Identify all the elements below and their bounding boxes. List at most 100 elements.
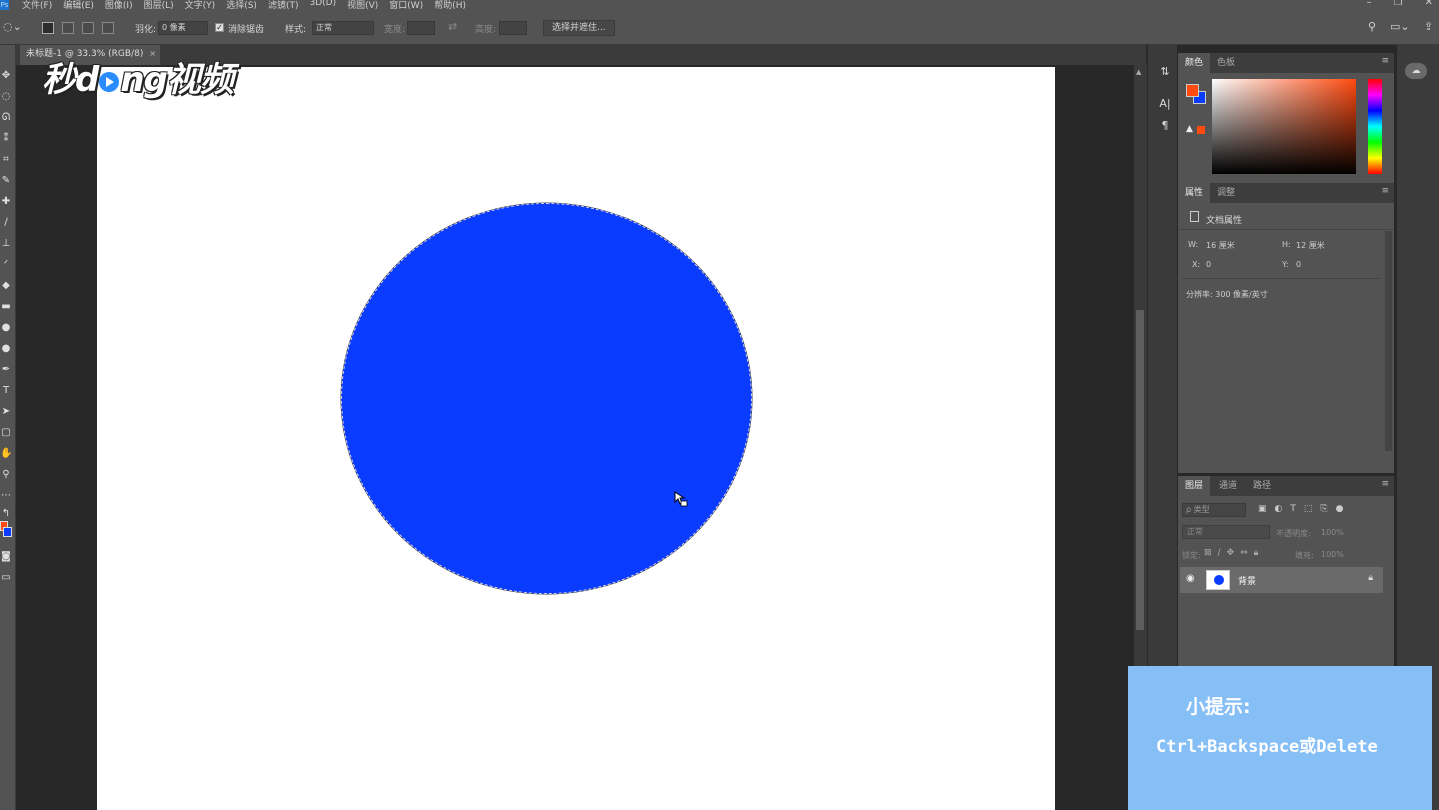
feather-label: 羽化:: [135, 25, 157, 35]
lock-label: 锁定:: [1182, 551, 1201, 560]
more-tools-icon[interactable]: ⋯: [0, 489, 12, 503]
add-selection-icon[interactable]: [62, 22, 74, 34]
type-tool-icon[interactable]: T: [0, 384, 12, 398]
stamp-tool-icon[interactable]: ⊥: [0, 237, 12, 251]
menu-view[interactable]: 视图(V): [347, 0, 378, 11]
lasso-tool-icon[interactable]: ᘏ: [0, 111, 12, 125]
fill-input[interactable]: 100%: [1321, 550, 1344, 559]
dodge-tool-icon[interactable]: ●: [0, 342, 12, 356]
new-selection-icon[interactable]: [42, 22, 54, 34]
share-icon[interactable]: ⇪: [1424, 20, 1433, 33]
menu-filter[interactable]: 滤镜(T): [268, 0, 299, 11]
feather-input[interactable]: 0 像素: [158, 21, 208, 35]
adjustment-filter-icon[interactable]: ◐: [1275, 504, 1283, 514]
shape-tool-icon[interactable]: ▢: [0, 426, 12, 440]
blur-tool-icon[interactable]: ●: [0, 321, 12, 335]
panel-foreground-swatch[interactable]: [1186, 84, 1199, 97]
type-filter-icon[interactable]: T: [1290, 504, 1296, 514]
paragraph-panel-icon[interactable]: ¶: [1158, 119, 1172, 133]
layers-panel-tabs: 图层 通道 路径 ≡: [1178, 476, 1394, 496]
eyedropper-tool-icon[interactable]: ✎: [0, 174, 12, 188]
pen-tool-icon[interactable]: ✒: [0, 363, 12, 377]
opacity-input[interactable]: 100%: [1321, 528, 1344, 537]
visibility-eye-icon[interactable]: ◉: [1186, 573, 1195, 584]
panel-menu-icon[interactable]: ≡: [1381, 479, 1389, 489]
menu-help[interactable]: 帮助(H): [434, 0, 466, 11]
history-brush-tool-icon[interactable]: ᐟ: [0, 258, 12, 272]
ellipse-marquee-preset-icon[interactable]: ◌⌄: [3, 20, 22, 33]
tab-swatches[interactable]: 色板: [1210, 53, 1242, 73]
filter-toggle-icon[interactable]: ●: [1336, 504, 1344, 514]
gradient-tool-icon[interactable]: ▬: [0, 300, 12, 314]
properties-scrollbar[interactable]: [1385, 231, 1392, 451]
pixel-filter-icon[interactable]: ▣: [1258, 504, 1267, 514]
color-field[interactable]: [1212, 79, 1356, 174]
quick-mask-icon[interactable]: ◙: [0, 550, 12, 564]
creative-cloud-icon[interactable]: ☁: [1405, 63, 1427, 79]
tab-channels[interactable]: 通道: [1212, 476, 1244, 496]
menu-image[interactable]: 图像(I): [105, 0, 133, 11]
panel-menu-icon[interactable]: ≡: [1381, 186, 1389, 196]
style-select[interactable]: 正常: [312, 21, 374, 35]
close-window-button[interactable]: ✕: [1425, 0, 1433, 8]
zoom-tool-icon[interactable]: ⚲: [0, 468, 12, 482]
menu-type[interactable]: 文字(Y): [185, 0, 216, 11]
scrollbar-thumb[interactable]: [1136, 310, 1144, 630]
smart-filter-icon[interactable]: ⎘: [1320, 504, 1327, 514]
menu-file[interactable]: 文件(F): [22, 0, 52, 11]
document-canvas[interactable]: [97, 67, 1055, 810]
tab-paths[interactable]: 路径: [1246, 476, 1278, 496]
intersect-selection-icon[interactable]: [102, 22, 114, 34]
magic-wand-tool-icon[interactable]: ⁑: [0, 132, 12, 146]
hue-slider[interactable]: [1368, 79, 1382, 174]
menu-select[interactable]: 选择(S): [226, 0, 257, 11]
select-and-mask-button[interactable]: 选择并遮住...: [543, 20, 615, 36]
tab-properties[interactable]: 属性: [1178, 183, 1211, 203]
tip-title: 小提示:: [1186, 696, 1251, 718]
tab-layers[interactable]: 图层: [1178, 476, 1211, 496]
character-panel-icon[interactable]: A|: [1158, 97, 1172, 111]
tab-adjustments[interactable]: 调整: [1210, 183, 1242, 203]
layer-lock-icon: 🔒︎: [1368, 573, 1373, 583]
path-select-tool-icon[interactable]: ➤: [0, 405, 12, 419]
layer-filter-select[interactable]: ρ 类型: [1182, 503, 1246, 517]
height-prop-value: 12 厘米: [1296, 241, 1325, 250]
menu-window[interactable]: 窗口(W): [389, 0, 423, 11]
search-icon[interactable]: ⚲: [1368, 20, 1376, 33]
healing-tool-icon[interactable]: ✚: [0, 195, 12, 209]
eraser-tool-icon[interactable]: ◆: [0, 279, 12, 293]
menu-3d[interactable]: 3D(D): [309, 0, 336, 11]
screen-mode-icon[interactable]: ▭: [0, 571, 12, 585]
canvas-area[interactable]: [16, 65, 1134, 810]
scroll-up-icon[interactable]: ▲: [1136, 68, 1141, 76]
swap-icon[interactable]: ⇄: [448, 20, 457, 33]
menu-edit[interactable]: 编辑(E): [63, 0, 94, 11]
photoshop-window: Ps 文件(F) 编辑(E) 图像(I) 图层(L) 文字(Y) 选择(S) 滤…: [0, 0, 1439, 810]
background-color-swatch[interactable]: [3, 527, 12, 537]
history-panel-icon[interactable]: ⇅: [1158, 65, 1172, 79]
swap-colors-icon[interactable]: ↰: [0, 507, 12, 521]
crop-tool-icon[interactable]: ⌗: [0, 153, 12, 167]
shape-filter-icon[interactable]: ⬚: [1304, 504, 1313, 514]
marquee-tool-icon[interactable]: ◌: [0, 90, 12, 104]
blend-mode-select[interactable]: 正常: [1182, 525, 1270, 539]
lock-icons[interactable]: ⊠∕✥⇔🔒︎: [1204, 548, 1264, 558]
brush-tool-icon[interactable]: ∕: [0, 216, 12, 230]
gamut-swatch[interactable]: [1197, 126, 1205, 134]
restore-button[interactable]: ❐: [1394, 0, 1403, 8]
layer-name[interactable]: 背景: [1238, 574, 1256, 587]
antialias-checkbox[interactable]: ✓: [215, 23, 224, 32]
panel-menu-icon[interactable]: ≡: [1381, 56, 1389, 66]
blue-circle-selection[interactable]: [341, 203, 752, 594]
play-icon: [99, 71, 120, 92]
menu-layer[interactable]: 图层(L): [144, 0, 174, 11]
tab-color[interactable]: 颜色: [1178, 53, 1211, 73]
width-input[interactable]: [407, 21, 435, 35]
move-tool-icon[interactable]: ✥: [0, 69, 12, 83]
minimize-button[interactable]: –: [1367, 0, 1372, 8]
layer-row-background[interactable]: ◉ 背景 🔒︎: [1180, 567, 1383, 593]
workspace-icon[interactable]: ▭⌄: [1390, 20, 1410, 33]
subtract-selection-icon[interactable]: [82, 22, 94, 34]
hand-tool-icon[interactable]: ✋: [0, 447, 12, 461]
height-input[interactable]: [499, 21, 527, 35]
